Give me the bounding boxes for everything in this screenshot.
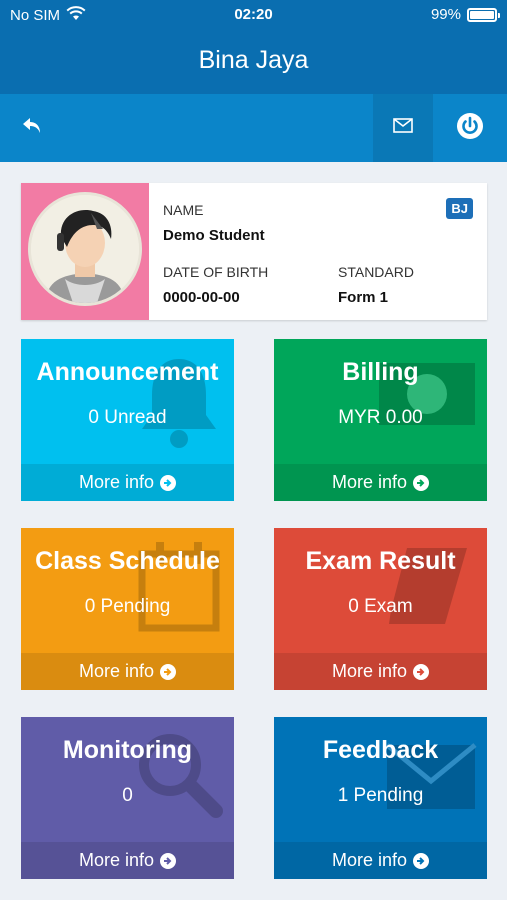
standard-value: Form 1 — [338, 289, 389, 306]
more-info-link[interactable]: More info — [274, 464, 487, 501]
toolbar — [0, 94, 507, 162]
more-info-label: More info — [78, 850, 155, 870]
tile-value: 0 Unread — [88, 407, 167, 428]
more-info-link[interactable]: More info — [21, 653, 234, 690]
power-icon — [456, 112, 484, 145]
school-badge: BJ — [446, 198, 473, 219]
reply-icon — [21, 116, 43, 141]
arrow-circle-right-icon — [160, 474, 177, 491]
tile-title: Announcement — [36, 358, 219, 386]
more-info-link[interactable]: More info — [274, 842, 487, 879]
more-info-link[interactable]: More info — [274, 653, 487, 690]
tile-title: Class Schedule — [35, 547, 220, 575]
avatar-panel — [21, 183, 149, 320]
arrow-circle-right-icon — [160, 852, 177, 869]
more-info-label: More info — [331, 850, 408, 870]
dob-value: 0000-00-00 — [163, 289, 240, 306]
more-info-link[interactable]: More info — [21, 842, 234, 879]
tile-value: 1 Pending — [337, 785, 424, 806]
mail-icon — [393, 118, 413, 138]
arrow-circle-right-icon — [413, 852, 430, 869]
tile-title: Monitoring — [62, 736, 193, 764]
arrow-circle-right-icon — [413, 663, 430, 680]
status-bar: No SIM 02:20 99% — [0, 0, 507, 30]
arrow-circle-right-icon — [413, 474, 430, 491]
more-info-label: More info — [78, 661, 155, 681]
more-info-label: More info — [331, 661, 408, 681]
profile-info: NAME Demo Student DATE OF BIRTH 0000-00-… — [163, 183, 487, 320]
student-name: Demo Student — [163, 227, 265, 244]
tile-title: Exam Result — [305, 547, 456, 575]
more-info-label: More info — [78, 472, 155, 492]
back-button[interactable] — [12, 108, 52, 148]
app-header: No SIM 02:20 99% Bina Jaya — [0, 0, 507, 94]
tile-title: Feedback — [322, 736, 439, 764]
more-info-label: More info — [331, 472, 408, 492]
announcement-tile[interactable]: Announcement 0 Unread More info — [21, 339, 234, 501]
tile-value: 0 — [122, 785, 133, 806]
standard-label: STANDARD — [338, 264, 414, 280]
feedback-tile[interactable]: Feedback 1 Pending More info — [274, 717, 487, 879]
exam-result-tile[interactable]: Exam Result 0 Exam More info — [274, 528, 487, 690]
status-right: 99% — [430, 6, 500, 23]
arrow-circle-right-icon — [160, 663, 177, 680]
tile-value: MYR 0.00 — [338, 407, 423, 428]
app-title: Bina Jaya — [198, 46, 309, 74]
battery-percent: 99% — [430, 6, 461, 23]
battery-icon — [467, 7, 500, 22]
name-label: NAME — [163, 202, 204, 218]
tile-value: 0 Pending — [84, 596, 171, 617]
tile-title: Billing — [342, 358, 419, 386]
mail-button[interactable] — [373, 94, 433, 162]
logout-button[interactable] — [433, 94, 507, 162]
billing-tile[interactable]: Billing MYR 0.00 More info — [274, 339, 487, 501]
class-schedule-tile[interactable]: Class Schedule 0 Pending More info — [21, 528, 234, 690]
monitoring-tile[interactable]: Monitoring 0 More info — [21, 717, 234, 879]
avatar — [28, 192, 142, 306]
tile-value: 0 Exam — [348, 596, 413, 617]
more-info-link[interactable]: More info — [21, 464, 234, 501]
dob-label: DATE OF BIRTH — [163, 264, 269, 280]
profile-card: NAME Demo Student DATE OF BIRTH 0000-00-… — [21, 183, 487, 320]
